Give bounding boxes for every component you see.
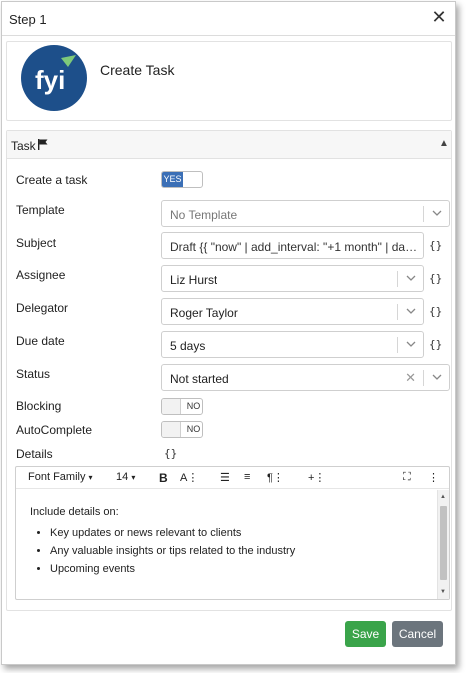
blocking-toggle[interactable]: NO xyxy=(161,398,203,415)
list-item: Upcoming events xyxy=(50,561,295,577)
autocomplete-label: AutoComplete xyxy=(16,423,93,437)
select-separator xyxy=(397,337,398,353)
font-size-label: 14 xyxy=(116,471,129,483)
chevron-down-icon xyxy=(432,210,442,216)
select-separator xyxy=(423,370,424,386)
scroll-down-icon[interactable]: ▼ xyxy=(440,589,446,595)
bold-icon[interactable]: B xyxy=(159,471,168,485)
svg-text:fyi: fyi xyxy=(35,65,65,95)
align-left-icon[interactable]: ☰ xyxy=(220,471,230,484)
scrollbar-thumb[interactable] xyxy=(440,506,447,580)
font-family-label: Font Family xyxy=(28,471,86,483)
assignee-label: Assignee xyxy=(16,268,66,282)
select-separator xyxy=(423,206,424,222)
fyi-logo: fyi xyxy=(21,45,87,111)
header-card: fyi Create Task xyxy=(6,41,452,121)
list-item: Any valuable insights or tips related to… xyxy=(50,543,295,559)
select-separator xyxy=(397,271,398,287)
details-label: Details xyxy=(16,447,53,461)
task-section-label: Task xyxy=(11,139,36,153)
insert-icon[interactable]: +⋮ xyxy=(308,471,325,484)
editor-bullet-list: Key updates or news relevant to clients … xyxy=(16,525,295,579)
chevron-down-icon xyxy=(406,308,416,314)
assignee-merge-field-icon[interactable]: {} xyxy=(429,272,442,285)
template-placeholder: No Template xyxy=(170,208,238,222)
subject-merge-field-icon[interactable]: {} xyxy=(429,239,442,252)
align-center-icon[interactable]: ≡ xyxy=(244,471,250,483)
cancel-button[interactable]: Cancel xyxy=(392,621,443,647)
toggle-yes-label: YES xyxy=(162,172,183,187)
collapse-caret-icon[interactable]: ▲ xyxy=(439,138,449,149)
editor-toolbar: Font Family ▾ 14 ▾ B A⋮ ☰ ≡ ¶⋮ +⋮ ⛶ ⋮ xyxy=(16,467,449,489)
chevron-down-icon xyxy=(432,374,442,380)
dialog-title: Step 1 xyxy=(9,12,47,27)
task-section: Task ▲ Create a task YES Template No Tem… xyxy=(6,130,452,611)
details-editor: Font Family ▾ 14 ▾ B A⋮ ☰ ≡ ¶⋮ +⋮ ⛶ ⋮ In… xyxy=(15,466,450,600)
editor-content[interactable]: Include details on: Key updates or news … xyxy=(16,490,438,599)
clear-icon[interactable]: ✕ xyxy=(405,370,416,386)
blocking-label: Blocking xyxy=(16,399,62,413)
toggle-no-label: NO xyxy=(186,401,201,411)
list-item: Key updates or news relevant to clients xyxy=(50,525,295,541)
toggle-knob xyxy=(162,422,181,437)
editor-intro-text: Include details on: xyxy=(30,506,119,518)
dialog-titlebar: Step 1 ✕ xyxy=(2,2,455,36)
font-size-select[interactable]: 14 ▾ xyxy=(116,471,135,483)
editor-scrollbar[interactable]: ▲ ▼ xyxy=(437,490,449,599)
create-task-dialog: Step 1 ✕ fyi Create Task Task ▲ Create a… xyxy=(1,1,456,665)
scroll-up-icon[interactable]: ▲ xyxy=(440,494,446,500)
delegator-select[interactable]: Roger Taylor xyxy=(161,298,424,325)
subject-input[interactable]: Draft {{ "now" | add_interval: "+1 month… xyxy=(161,232,424,259)
subject-label: Subject xyxy=(16,236,57,250)
toggle-knob xyxy=(162,399,181,414)
fullscreen-icon[interactable]: ⛶ xyxy=(403,471,411,484)
status-value: Not started xyxy=(170,372,229,386)
delegator-value: Roger Taylor xyxy=(170,306,238,320)
toggle-no-label: NO xyxy=(186,424,201,434)
template-label: Template xyxy=(16,203,65,217)
save-button[interactable]: Save xyxy=(345,621,386,647)
status-select[interactable]: Not started ✕ xyxy=(161,364,450,391)
due-date-merge-field-icon[interactable]: {} xyxy=(429,338,442,351)
flag-icon xyxy=(38,139,48,150)
status-label: Status xyxy=(16,367,51,381)
template-select[interactable]: No Template xyxy=(161,200,450,227)
select-separator xyxy=(397,304,398,320)
create-task-toggle[interactable]: YES xyxy=(161,171,203,188)
chevron-down-icon xyxy=(406,275,416,281)
delegator-label: Delegator xyxy=(16,301,69,315)
close-icon[interactable]: ✕ xyxy=(430,8,448,26)
assignee-value: Liz Hurst xyxy=(170,273,218,287)
create-task-label: Create a task xyxy=(16,173,88,187)
subject-value: Draft {{ "now" | add_interval: "+1 month… xyxy=(170,240,419,254)
font-family-select[interactable]: Font Family ▾ xyxy=(28,471,93,483)
page-heading: Create Task xyxy=(100,62,175,78)
due-date-select[interactable]: 5 days xyxy=(161,331,424,358)
chevron-down-icon xyxy=(406,341,416,347)
due-date-value: 5 days xyxy=(170,339,206,353)
paragraph-icon[interactable]: ¶⋮ xyxy=(267,471,284,484)
text-style-icon[interactable]: A⋮ xyxy=(180,471,198,484)
task-section-header[interactable]: Task ▲ xyxy=(7,131,451,159)
due-date-label: Due date xyxy=(16,334,65,348)
assignee-select[interactable]: Liz Hurst xyxy=(161,265,424,292)
more-options-icon[interactable]: ⋮ xyxy=(428,471,439,484)
details-merge-field-icon[interactable]: {} xyxy=(164,447,177,460)
fyi-logo-mark: fyi xyxy=(35,55,76,95)
delegator-merge-field-icon[interactable]: {} xyxy=(429,305,442,318)
autocomplete-toggle[interactable]: NO xyxy=(161,421,203,438)
